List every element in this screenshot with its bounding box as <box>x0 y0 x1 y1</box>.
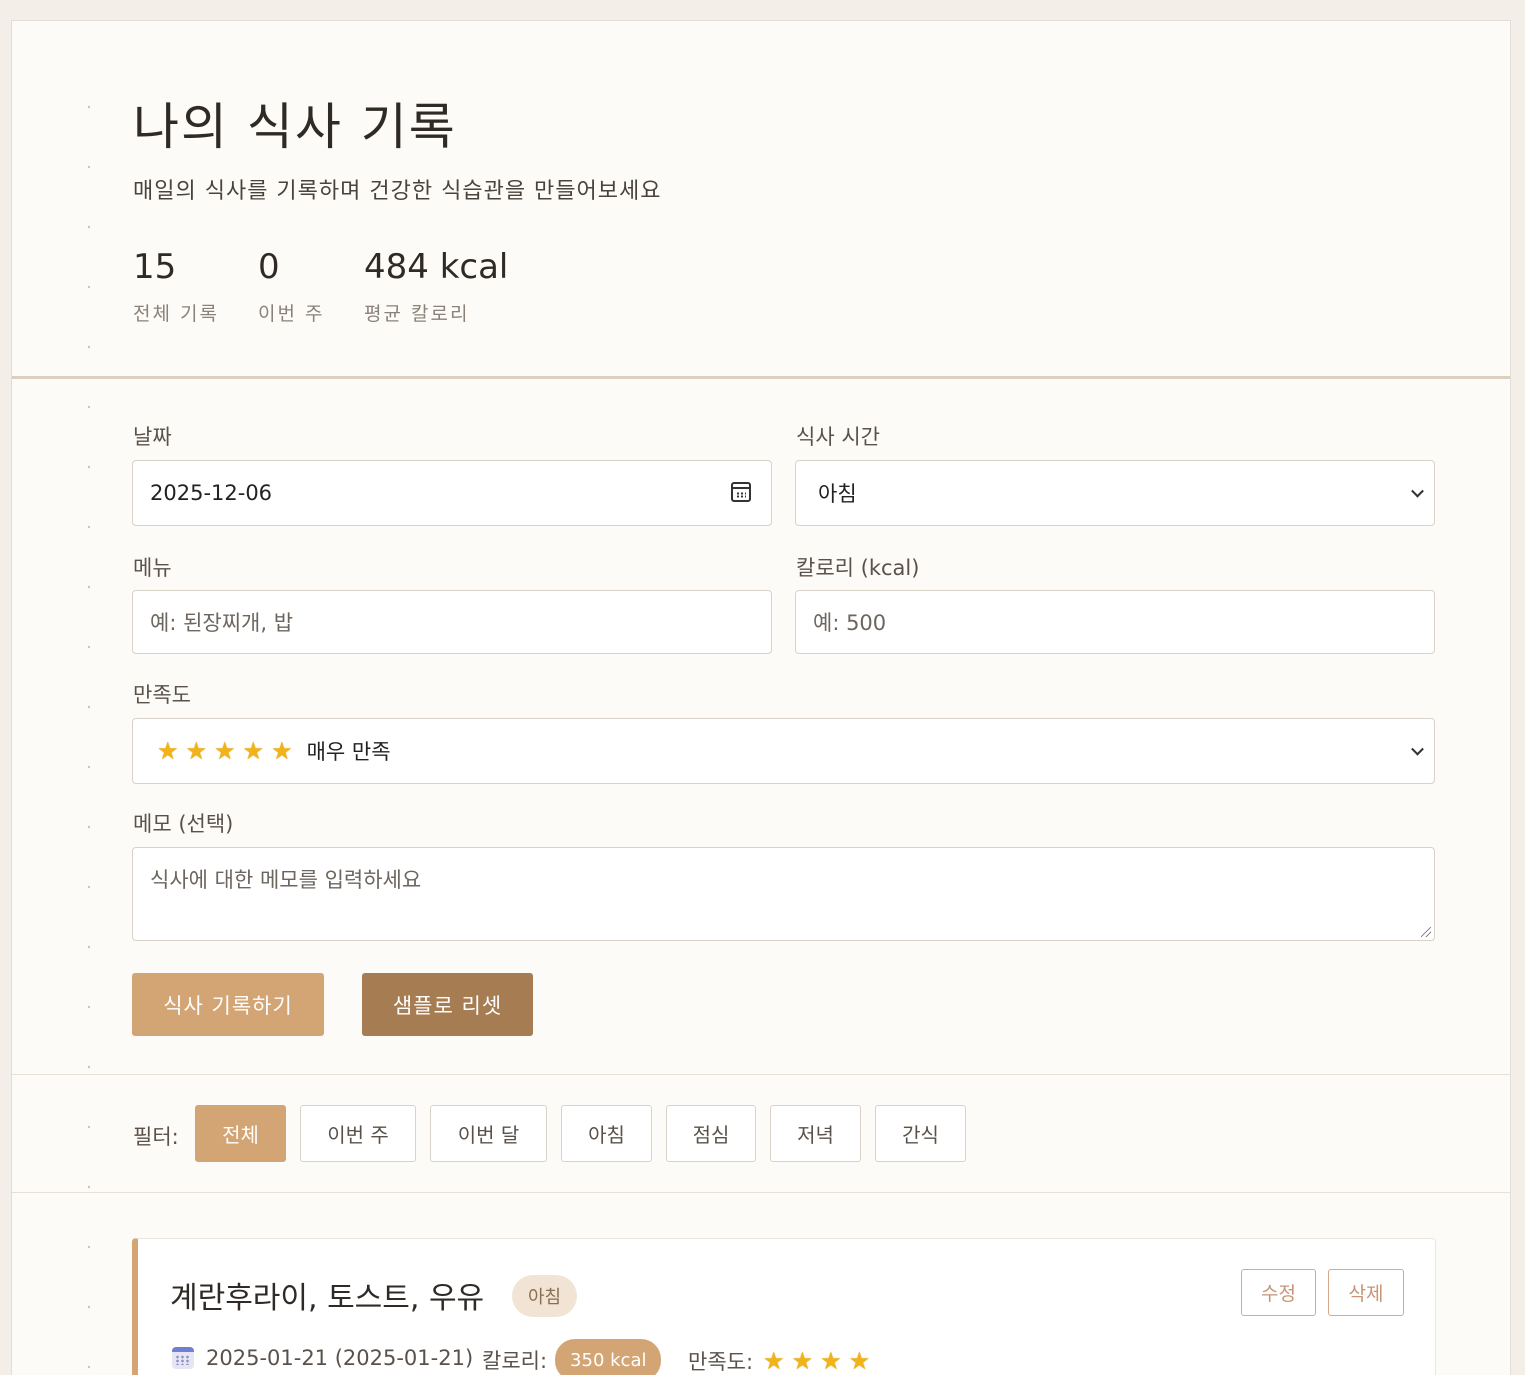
entry-date-text: 2025-01-21 (2025-01-21) <box>206 1346 474 1370</box>
menu-input[interactable]: 예: 된장찌개, 밥 <box>132 590 772 654</box>
delete-button[interactable]: 삭제 <box>1328 1269 1404 1316</box>
star-icon: ★ <box>763 1347 785 1375</box>
filter-this-week[interactable]: 이번 주 <box>300 1105 416 1162</box>
divider <box>12 1074 1510 1075</box>
entry-calories-label: 칼로리: <box>482 1349 548 1373</box>
star-icon: ★ <box>185 737 208 765</box>
memo-placeholder: 식사에 대한 메모를 입력하세요 <box>150 868 422 892</box>
calories-input[interactable]: 예: 500 <box>795 590 1435 654</box>
star-icon: ★ <box>820 1347 842 1375</box>
filter-label: 필터: <box>133 1125 179 1149</box>
memo-label: 메모 (선택) <box>133 812 234 836</box>
filter-dinner[interactable]: 저녁 <box>770 1105 861 1162</box>
stat-total: 15 전체 기록 <box>133 247 219 326</box>
calendar-icon <box>172 1347 194 1369</box>
page-title: 나의 식사 기록 <box>133 98 457 156</box>
stat-value: 484 kcal <box>364 247 509 287</box>
calories-label: 칼로리 (kcal) <box>796 556 920 580</box>
stat-value: 0 <box>258 247 280 287</box>
meal-entry-card: 계란후라이, 토스트, 우유 아침 수정 삭제 2025-01-21 (2025… <box>132 1238 1436 1375</box>
menu-placeholder: 예: 된장찌개, 밥 <box>150 611 294 635</box>
entry-calories: 칼로리: 350 kcal <box>482 1339 662 1375</box>
date-label: 날짜 <box>133 425 172 449</box>
date-input[interactable]: 2025-12-06 <box>132 460 772 526</box>
entry-stars: ★ ★ ★ ★ <box>763 1349 870 1373</box>
main-card: 나의 식사 기록 매일의 식사를 기록하며 건강한 식습관을 만들어보세요 15… <box>11 20 1511 1375</box>
filter-this-month[interactable]: 이번 달 <box>430 1105 547 1162</box>
memo-textarea[interactable]: 식사에 대한 메모를 입력하세요 <box>132 847 1435 941</box>
stat-this-week: 0 이번 주 <box>258 247 324 326</box>
satisfaction-stars: ★ ★ ★ ★ ★ <box>157 739 293 763</box>
stat-avg-calories: 484 kcal 평균 칼로리 <box>364 247 508 326</box>
meal-type-badge: 아침 <box>512 1275 578 1317</box>
entry-title: 계란후라이, 토스트, 우유 <box>170 1281 485 1316</box>
stat-label: 평균 칼로리 <box>364 303 470 325</box>
satisfaction-select[interactable]: ★ ★ ★ ★ ★ 매우 만족 <box>132 718 1435 784</box>
divider <box>12 1192 1510 1193</box>
chevron-down-icon <box>1411 742 1424 756</box>
edit-button[interactable]: 수정 <box>1241 1269 1316 1316</box>
filter-breakfast[interactable]: 아침 <box>561 1105 652 1162</box>
entry-date: 2025-01-21 (2025-01-21) <box>172 1346 473 1370</box>
stat-value: 15 <box>133 247 177 287</box>
calories-placeholder: 예: 500 <box>813 611 887 635</box>
entry-satisfaction-label: 만족도: <box>688 1350 754 1374</box>
page-header: 나의 식사 기록 매일의 식사를 기록하며 건강한 식습관을 만들어보세요 15… <box>12 21 1510 379</box>
satisfaction-label: 만족도 <box>133 683 191 707</box>
stat-label: 이번 주 <box>258 303 325 325</box>
chevron-down-icon <box>1411 484 1424 498</box>
star-icon: ★ <box>848 1347 871 1375</box>
reset-sample-button[interactable]: 샘플로 리셋 <box>362 973 533 1036</box>
meal-time-label: 식사 시간 <box>796 425 880 449</box>
star-icon: ★ <box>157 737 179 765</box>
date-value: 2025-12-06 <box>150 481 273 505</box>
star-icon: ★ <box>242 737 265 765</box>
submit-meal-button[interactable]: 식사 기록하기 <box>132 973 324 1036</box>
meal-time-select[interactable]: 아침 <box>795 460 1435 526</box>
stat-label: 전체 기록 <box>133 303 219 325</box>
calendar-icon[interactable] <box>731 482 751 502</box>
page-subtitle: 매일의 식사를 기록하며 건강한 식습관을 만들어보세요 <box>133 179 662 204</box>
calories-badge: 350 kcal <box>555 1339 662 1375</box>
filter-snack[interactable]: 간식 <box>875 1105 966 1162</box>
filter-all[interactable]: 전체 <box>195 1105 286 1162</box>
filter-lunch[interactable]: 점심 <box>666 1105 756 1162</box>
star-icon: ★ <box>214 737 236 765</box>
meal-time-value: 아침 <box>818 482 857 506</box>
menu-label: 메뉴 <box>133 556 172 580</box>
resize-handle-icon[interactable] <box>1421 927 1431 937</box>
entry-satisfaction: 만족도: ★ ★ ★ ★ <box>688 1346 884 1375</box>
star-icon: ★ <box>271 737 293 765</box>
star-icon: ★ <box>791 1347 814 1375</box>
satisfaction-value: 매우 만족 <box>306 740 391 764</box>
